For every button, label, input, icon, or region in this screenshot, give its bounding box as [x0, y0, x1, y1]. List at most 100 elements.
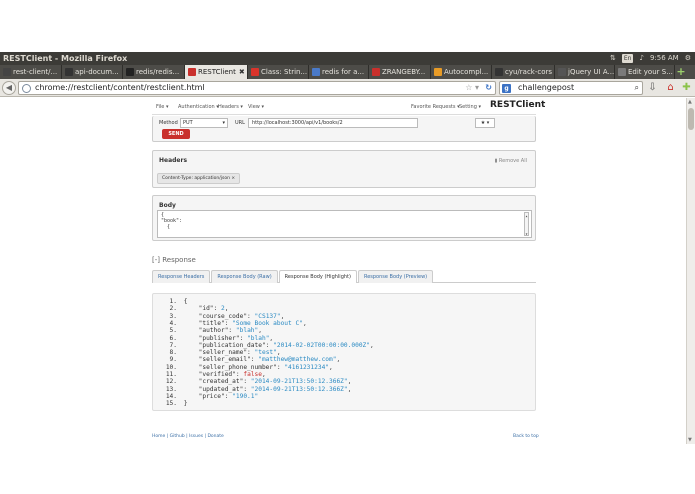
- scrollbar-thumb[interactable]: [688, 108, 694, 130]
- browser-tab[interactable]: Edit your S...: [615, 65, 675, 79]
- code-line: 12. "created_at": "2014-09-21T13:50:12.3…: [163, 378, 352, 385]
- scroll-up-icon[interactable]: ▲: [688, 99, 692, 105]
- line-number: 8.: [169, 349, 177, 357]
- clock[interactable]: 9:56 AM: [650, 52, 679, 65]
- body-line: {: [161, 224, 171, 230]
- code-line: 10. "seller_phone_number": "4161231234",: [163, 364, 333, 371]
- method-value: PUT: [183, 120, 193, 126]
- download-icon[interactable]: ⇩: [646, 81, 659, 95]
- authentication-menu[interactable]: Authentication ▾: [178, 104, 219, 110]
- tab-favicon-icon: [495, 68, 503, 76]
- body-scrollbar[interactable]: ▲ ▼: [524, 212, 529, 236]
- browser-tab[interactable]: cyu/rack-cors: [492, 65, 555, 79]
- new-tab-button[interactable]: +: [675, 65, 687, 79]
- browser-tab[interactable]: api-docum...: [62, 65, 123, 79]
- page-content: File ▾ Authentication ▾ Headers ▾ View ▾…: [0, 98, 686, 444]
- response-tab[interactable]: Response Body (Preview): [357, 270, 434, 283]
- json-value: "matthew@matthew.com": [258, 356, 337, 364]
- browser-tab[interactable]: rest-client/...: [0, 65, 62, 79]
- home-icon[interactable]: ⌂: [664, 81, 677, 95]
- method-select[interactable]: PUT ▾: [180, 118, 228, 128]
- back-button[interactable]: ◀: [2, 81, 16, 95]
- tab-label: Autocompl...: [444, 68, 489, 76]
- line-number: 3.: [169, 312, 177, 320]
- json-comma: ,: [224, 305, 229, 313]
- reload-icon[interactable]: ↻: [485, 82, 492, 94]
- json-comma: ,: [370, 341, 374, 349]
- body-panel: Body { "book": { ▲ ▼: [152, 195, 536, 241]
- response-title[interactable]: [-] Response: [152, 256, 196, 264]
- header-tag[interactable]: Content-Type: application/json ×: [157, 173, 241, 184]
- favorite-star-button[interactable]: ★ ▾: [475, 118, 495, 128]
- json-comma: ,: [329, 363, 333, 371]
- line-number: 14.: [165, 392, 177, 400]
- browser-tab[interactable]: redis/redis...: [123, 65, 185, 79]
- browser-tab[interactable]: Class: Strin...: [248, 65, 309, 79]
- headers-panel: Headers ▮ Remove All Content-Type: appli…: [152, 150, 536, 188]
- json-key: "seller_name":: [180, 349, 255, 357]
- footer-links[interactable]: Home | Github | Issues | Donate: [152, 434, 224, 439]
- response-tab[interactable]: Response Body (Raw): [211, 270, 278, 283]
- favorite-requests-menu[interactable]: Favorite Requests ▾: [411, 104, 460, 110]
- tab-label: Edit your S...: [628, 68, 673, 76]
- tab-favicon-icon: [188, 68, 196, 76]
- address-bar[interactable]: chrome://restclient/content/restclient.h…: [18, 81, 496, 95]
- json-value: "test": [254, 349, 277, 357]
- browser-tab[interactable]: ZRANGEBY...: [369, 65, 431, 79]
- page-scrollbar[interactable]: ▲ ▼: [686, 98, 695, 444]
- code-line: 11. "verified": false,: [163, 371, 266, 378]
- search-box[interactable]: g challengepost ⌕: [499, 81, 643, 95]
- window-titlebar: RESTClient - Mozilla Firefox ⇅ En ♪ 9:56…: [0, 52, 695, 65]
- setting-menu[interactable]: Setting ▾: [459, 104, 481, 110]
- brand-logo[interactable]: RESTClient: [490, 100, 545, 110]
- json-key: "updated_at":: [180, 385, 251, 393]
- scroll-down-icon[interactable]: ▼: [688, 437, 692, 443]
- headers-menu[interactable]: Headers ▾: [218, 104, 243, 110]
- browser-tab[interactable]: redis for a...: [309, 65, 369, 79]
- file-menu[interactable]: File ▾: [156, 104, 168, 110]
- tab-favicon-icon: [558, 68, 566, 76]
- header-tag-label: Content-Type: application/json: [162, 176, 230, 181]
- navigation-toolbar: ◀ chrome://restclient/content/restclient…: [0, 79, 695, 97]
- browser-tab[interactable]: Autocompl...: [431, 65, 492, 79]
- browser-tab[interactable]: RESTClient ✖: [185, 65, 248, 79]
- search-icon[interactable]: ⌕: [635, 82, 639, 94]
- remove-header-icon[interactable]: ×: [231, 176, 235, 181]
- json-key: "publisher":: [180, 334, 248, 342]
- view-menu[interactable]: View ▾: [248, 104, 264, 110]
- tab-favicon-icon: [372, 68, 380, 76]
- tab-label: cyu/rack-cors: [505, 68, 553, 76]
- network-icon[interactable]: ⇅: [610, 52, 616, 65]
- browser-tab-bar: rest-client/... api-docum... redis/redis..…: [0, 65, 695, 79]
- power-icon[interactable]: ⚙: [685, 52, 691, 65]
- back-to-top-link[interactable]: Back to top: [513, 434, 539, 439]
- json-comma: ,: [269, 334, 274, 342]
- tab-favicon-icon: [65, 68, 73, 76]
- json-value: false: [243, 371, 262, 378]
- code-line: 4. "title": "Some Book about C",: [163, 320, 307, 327]
- volume-icon[interactable]: ♪: [639, 52, 643, 65]
- response-tab[interactable]: Response Body (Highlight): [278, 270, 357, 283]
- addon-icon[interactable]: ✚: [680, 81, 693, 95]
- json-value: "Some Book about C": [232, 319, 303, 327]
- json-value: "190.1": [232, 392, 259, 400]
- json-key: "author":: [180, 327, 236, 335]
- body-title: Body: [159, 202, 176, 209]
- restclient-menubar: File ▾ Authentication ▾ Headers ▾ View ▾…: [152, 98, 545, 115]
- send-button[interactable]: SEND: [162, 129, 190, 139]
- body-textarea[interactable]: { "book": { ▲ ▼: [157, 210, 532, 238]
- url-input[interactable]: http://localhost:3000/api/v1/books/2: [248, 118, 418, 128]
- response-tab[interactable]: Response Headers: [152, 270, 211, 283]
- close-tab-icon[interactable]: ✖: [239, 65, 245, 79]
- json-comma: ,: [336, 356, 341, 364]
- remove-all-button[interactable]: ▮ Remove All: [495, 158, 527, 164]
- tab-label: redis/redis...: [136, 68, 180, 76]
- code-brace: {: [180, 298, 188, 305]
- tab-favicon-icon: [126, 68, 134, 76]
- json-key: "verified":: [180, 371, 244, 378]
- keyboard-layout[interactable]: En: [621, 54, 634, 63]
- tab-favicon-icon: [3, 68, 11, 76]
- tab-favicon-icon: [434, 68, 442, 76]
- browser-tab[interactable]: jQuery UI A...: [555, 65, 615, 79]
- bookmark-star-icon[interactable]: ☆ ▾: [465, 82, 479, 94]
